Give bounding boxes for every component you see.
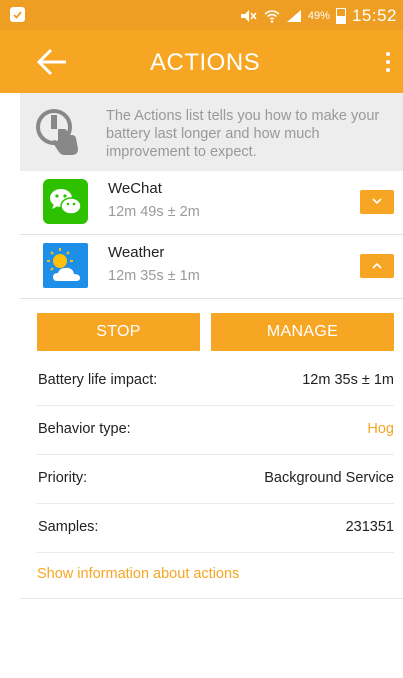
detail-row-battery-impact: Battery life impact: 12m 35s ± 1m [36, 357, 394, 406]
detail-label: Behavior type: [38, 421, 131, 437]
list-item-weather[interactable]: Weather 12m 35s ± 1m [20, 235, 403, 299]
detail-value: Background Service [264, 470, 394, 486]
battery-icon [335, 8, 346, 24]
clock: 15:52 [351, 6, 397, 25]
stop-button[interactable]: STOP [37, 313, 200, 351]
chevron-up-icon [372, 262, 382, 269]
detail-row-behavior-type: Behavior type: Hog [36, 406, 394, 455]
app-name: WeChat [108, 180, 162, 197]
detail-row-priority: Priority: Background Service [36, 455, 394, 504]
divider [20, 598, 403, 599]
app-name: Weather [108, 244, 165, 261]
manage-button[interactable]: MANAGE [211, 313, 394, 351]
weather-icon [43, 243, 88, 288]
status-bar: 49% 15:52 [0, 0, 403, 30]
detail-label: Samples: [38, 519, 99, 535]
info-banner: The Actions list tells you how to make y… [20, 93, 403, 171]
battery-percent: 49% [307, 10, 330, 22]
detail-label: Priority: [38, 470, 88, 486]
page-title: ACTIONS [150, 49, 261, 76]
chevron-down-icon [372, 198, 382, 205]
wifi-icon [264, 10, 280, 23]
detail-label: Battery life impact: [38, 372, 158, 388]
detail-value: 231351 [345, 519, 394, 535]
info-text: The Actions list tells you how to make y… [106, 108, 380, 160]
power-touch-icon [34, 105, 84, 157]
notification-icon [10, 7, 25, 22]
wechat-icon [43, 179, 88, 224]
detail-value: 12m 35s ± 1m [302, 372, 394, 388]
back-arrow-icon[interactable] [36, 48, 68, 76]
detail-row-samples: Samples: 231351 [36, 504, 394, 553]
mute-icon [240, 10, 257, 22]
app-estimate: 12m 49s ± 2m [108, 204, 200, 220]
expand-button[interactable] [360, 190, 394, 214]
detail-value: Hog [367, 421, 394, 437]
app-estimate: 12m 35s ± 1m [108, 268, 200, 284]
signal-icon [286, 10, 301, 22]
collapse-button[interactable] [360, 254, 394, 278]
show-info-link[interactable]: Show information about actions [37, 566, 239, 582]
app-bar: ACTIONS [0, 30, 403, 93]
list-item-wechat[interactable]: WeChat 12m 49s ± 2m [20, 171, 403, 235]
overflow-menu-icon[interactable] [385, 52, 391, 72]
status-bar-right: 49% 15:52 [240, 6, 397, 26]
